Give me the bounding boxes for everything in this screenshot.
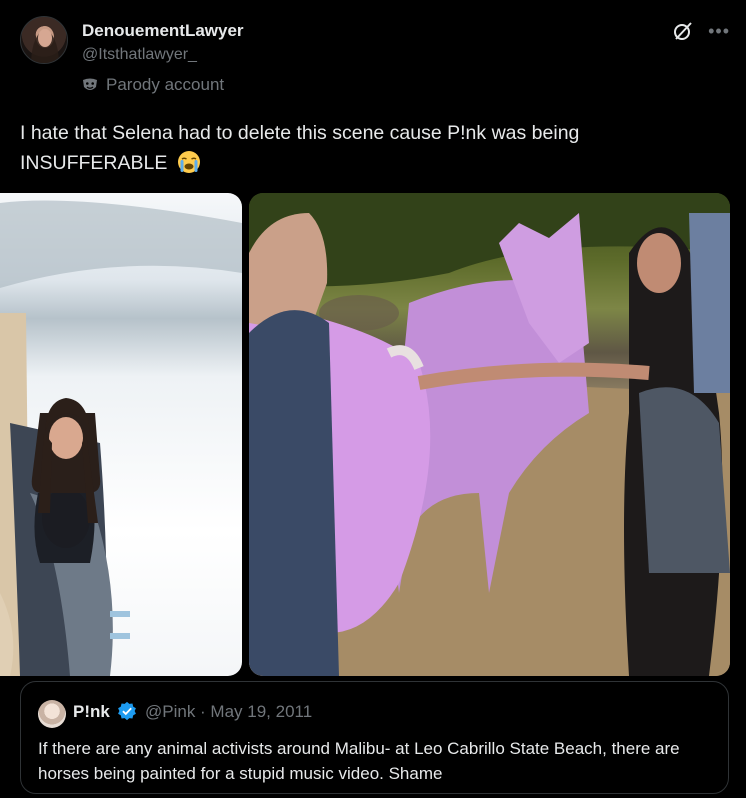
parody-label: Parody account: [82, 75, 224, 95]
tweet-header: DenouementLawyer @Itsthatlawyer_ Parody …: [20, 16, 730, 100]
author-name[interactable]: DenouementLawyer: [82, 21, 244, 41]
author-handle[interactable]: @Itsthatlawyer_: [82, 46, 197, 64]
media-photo-2[interactable]: [249, 193, 730, 676]
header-actions: •••: [672, 20, 730, 42]
more-icon[interactable]: •••: [708, 22, 730, 40]
avatar-portrait: [31, 26, 59, 63]
quoted-author-avatar[interactable]: [38, 700, 66, 728]
quoted-author-name[interactable]: P!nk: [73, 702, 110, 722]
quoted-meta: @Pink · May 19, 2011: [145, 702, 313, 721]
author-avatar[interactable]: [20, 16, 68, 64]
grok-icon[interactable]: [672, 20, 694, 42]
tweet-body: I hate that Selena had to delete this sc…: [20, 118, 720, 178]
quoted-text: If there are any animal activists around…: [38, 739, 680, 783]
media-photo-1[interactable]: [0, 193, 242, 676]
media-grid: [0, 193, 730, 676]
quoted-tweet[interactable]: P!nk @Pink · May 19, 2011 If there are a…: [20, 681, 729, 794]
loudly-crying-face-icon: [177, 151, 200, 173]
parody-label-text: Parody account: [106, 75, 225, 94]
parody-mask-icon: [83, 78, 97, 90]
tweet-text: I hate that Selena had to delete this sc…: [20, 122, 580, 174]
verified-badge-icon: [118, 701, 136, 721]
photo-2-image: [249, 193, 730, 676]
photo-1-image: [0, 200, 242, 676]
